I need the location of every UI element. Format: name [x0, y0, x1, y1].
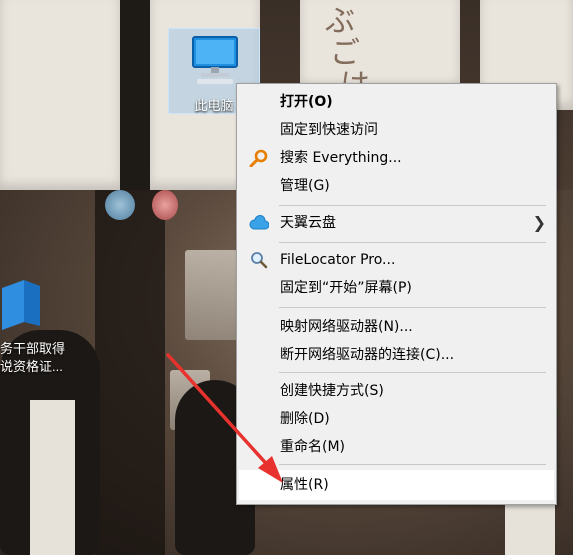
annotation-arrow	[166, 353, 283, 483]
